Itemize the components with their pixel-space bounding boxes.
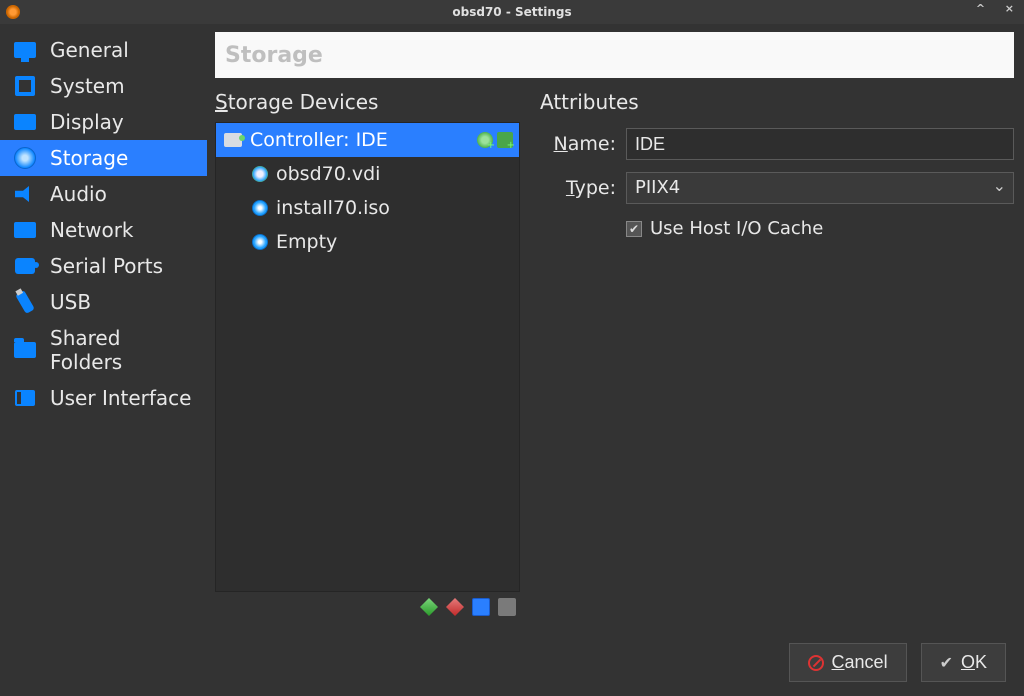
cancel-button[interactable]: Cancel	[789, 643, 907, 682]
attributes-heading: Attributes	[540, 90, 1014, 116]
add-hard-disk-button[interactable]	[477, 132, 493, 148]
serial-icon	[14, 255, 36, 277]
name-label: Name:	[540, 133, 616, 155]
storage-item-label: install70.iso	[276, 197, 513, 219]
page-title: Storage	[225, 43, 323, 68]
chip-icon	[14, 75, 36, 97]
type-label: Type:	[540, 177, 616, 199]
sidebar-item-label: USB	[50, 290, 91, 314]
network-icon	[14, 219, 36, 241]
audio-icon	[14, 183, 36, 205]
usb-icon	[14, 291, 36, 313]
sidebar-item-label: Network	[50, 218, 134, 242]
app-icon	[6, 5, 20, 19]
storage-devices-tree: Controller: IDE obsd70.vdi install70.iso	[215, 122, 520, 592]
sidebar-item-user-interface[interactable]: User Interface	[0, 380, 207, 416]
sidebar-item-system[interactable]: System	[0, 68, 207, 104]
display-icon	[14, 111, 36, 133]
controller-ide[interactable]: Controller: IDE	[216, 123, 519, 157]
controller-name-input[interactable]	[626, 128, 1014, 160]
storage-item-iso[interactable]: install70.iso	[216, 191, 519, 225]
sidebar-item-audio[interactable]: Audio	[0, 176, 207, 212]
add-optical-drive-button[interactable]	[497, 132, 513, 148]
window-controls[interactable]: ^ ×	[976, 2, 1018, 15]
titlebar: obsd70 - Settings ^ ×	[0, 0, 1024, 24]
storage-toolbar	[215, 592, 520, 616]
storage-devices-heading: Storage Devices	[215, 90, 520, 116]
sidebar-item-label: Display	[50, 110, 124, 134]
sidebar-item-label: General	[50, 38, 129, 62]
sidebar-item-display[interactable]: Display	[0, 104, 207, 140]
storage-item-label: obsd70.vdi	[276, 163, 513, 185]
storage-item-empty[interactable]: Empty	[216, 225, 519, 259]
controller-label: Controller: IDE	[250, 129, 469, 151]
sidebar-item-label: Serial Ports	[50, 254, 163, 278]
sidebar-item-shared-folders[interactable]: Shared Folders	[0, 320, 207, 380]
sidebar: General System Display Storage Audio Net…	[0, 24, 207, 629]
dialog-footer: Cancel OK	[0, 629, 1024, 696]
folder-icon	[14, 339, 36, 361]
storage-item-label: Empty	[276, 231, 513, 253]
optical-disc-icon	[252, 200, 268, 216]
sidebar-item-label: Audio	[50, 182, 107, 206]
storage-item-vdi[interactable]: obsd70.vdi	[216, 157, 519, 191]
host-io-cache-checkbox[interactable]: ✔	[626, 221, 642, 237]
optical-disc-icon	[252, 234, 268, 250]
remove-attachment-button[interactable]	[498, 598, 516, 616]
sidebar-item-storage[interactable]: Storage	[0, 140, 207, 176]
add-controller-button[interactable]	[420, 598, 438, 616]
sidebar-item-usb[interactable]: USB	[0, 284, 207, 320]
sidebar-item-serial-ports[interactable]: Serial Ports	[0, 248, 207, 284]
sidebar-item-network[interactable]: Network	[0, 212, 207, 248]
cancel-icon	[808, 655, 824, 671]
add-attachment-button[interactable]	[472, 598, 490, 616]
monitor-icon	[14, 39, 36, 61]
storage-icon	[14, 147, 36, 169]
check-icon	[940, 652, 953, 673]
window-title: obsd70 - Settings	[452, 5, 571, 19]
sidebar-item-label: System	[50, 74, 125, 98]
hard-disk-icon	[252, 166, 268, 182]
sidebar-item-label: User Interface	[50, 386, 191, 410]
remove-controller-button[interactable]	[446, 598, 464, 616]
page-banner: Storage	[215, 32, 1014, 78]
sidebar-item-label: Storage	[50, 146, 128, 170]
sidebar-item-general[interactable]: General	[0, 32, 207, 68]
host-io-cache-label: Use Host I/O Cache	[650, 218, 823, 239]
host-io-cache-row[interactable]: ✔ Use Host I/O Cache	[626, 218, 1014, 239]
controller-type-select[interactable]: PIIX4	[626, 172, 1014, 204]
ui-icon	[14, 387, 36, 409]
controller-icon	[224, 133, 242, 147]
ok-button[interactable]: OK	[921, 643, 1006, 682]
sidebar-item-label: Shared Folders	[50, 326, 193, 374]
